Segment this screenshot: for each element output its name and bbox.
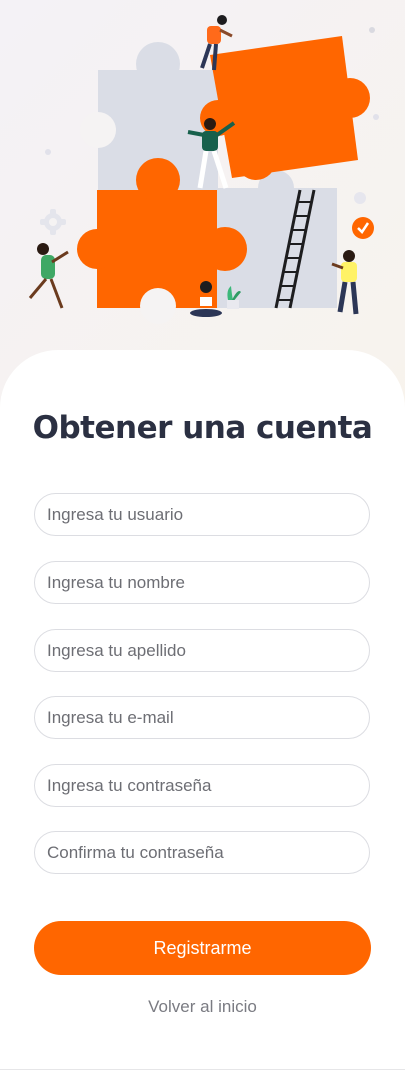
person-left-illustration — [28, 243, 69, 309]
checkmark-badge-icon — [352, 217, 374, 239]
signup-card: Obtener una cuenta Registrarme Volver al… — [0, 350, 405, 1072]
username-input[interactable] — [34, 493, 370, 536]
page-title: Obtener una cuenta — [32, 410, 373, 446]
decorative-dot — [45, 149, 51, 155]
back-to-home-link[interactable]: Volver al inicio — [0, 997, 405, 1017]
register-button[interactable]: Registrarme — [34, 921, 371, 975]
first-name-input[interactable] — [34, 561, 370, 604]
puzzle-illustration — [28, 15, 379, 324]
last-name-input[interactable] — [34, 629, 370, 672]
decorative-dot — [354, 192, 366, 204]
confirm-password-input[interactable] — [34, 831, 370, 874]
decorative-dot — [369, 27, 375, 33]
email-input[interactable] — [34, 696, 370, 739]
gear-icon — [40, 209, 66, 235]
password-input[interactable] — [34, 764, 370, 807]
divider — [0, 1069, 405, 1070]
orange-puzzle-piece-top — [200, 36, 370, 180]
decorative-dot — [373, 114, 379, 120]
